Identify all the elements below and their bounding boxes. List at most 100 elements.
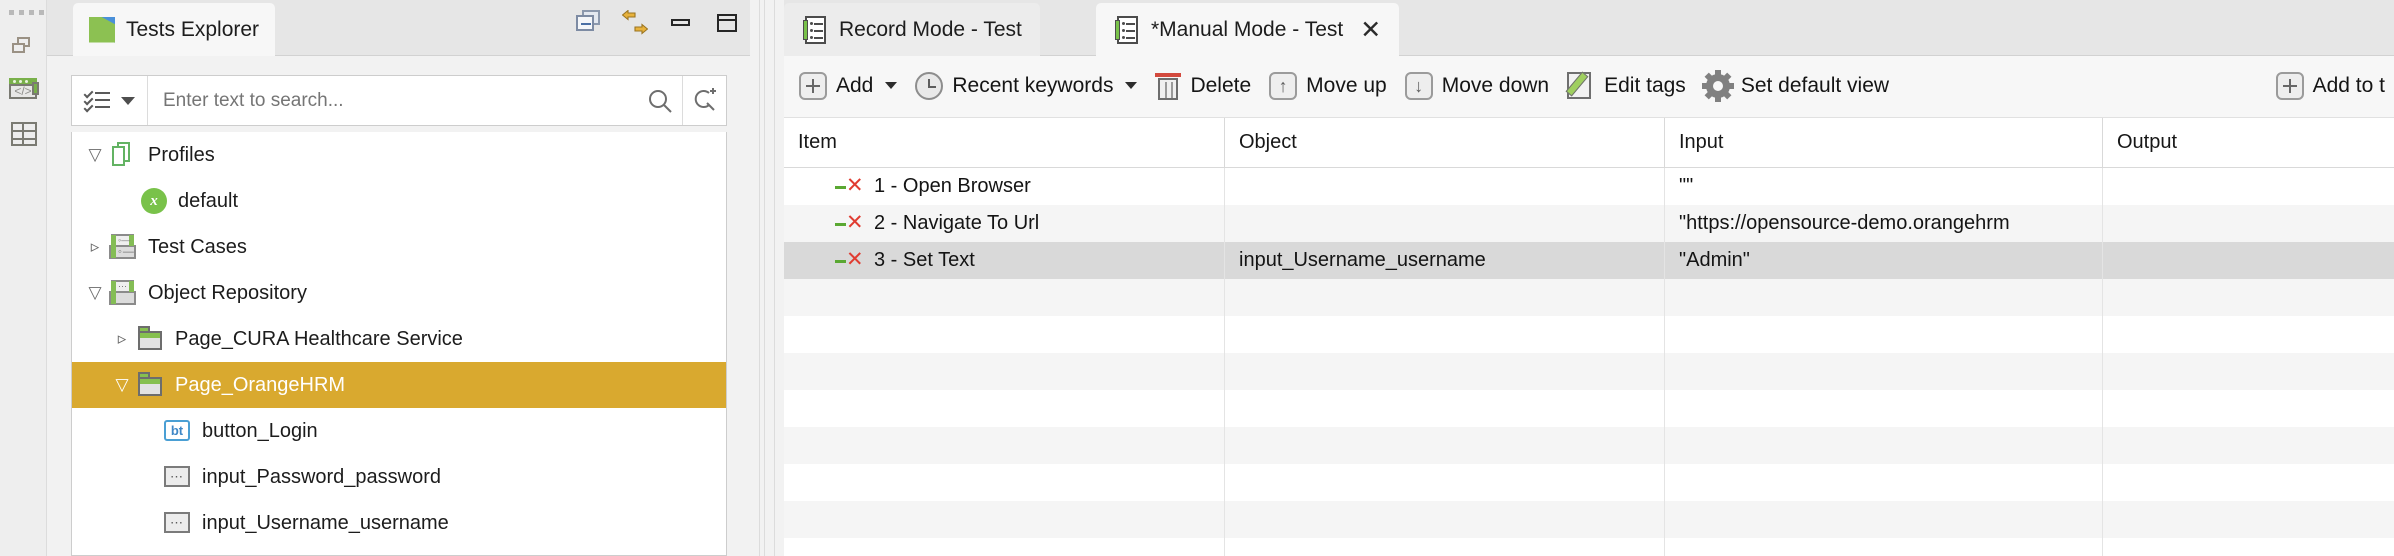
tree-item-input-password-password[interactable]: ⋯ input_Password_password — [72, 454, 726, 500]
cell-empty[interactable] — [1664, 464, 2102, 501]
cell-empty[interactable] — [2102, 316, 2394, 353]
magnifier-plus-icon[interactable] — [682, 76, 726, 125]
set-default-view-button[interactable]: Set default view — [1695, 64, 1898, 108]
column-header-output[interactable]: Output — [2102, 118, 2394, 167]
cell-empty[interactable] — [784, 279, 1224, 316]
tab-tests-explorer[interactable]: Tests Explorer — [73, 3, 276, 56]
cell-empty[interactable] — [1224, 501, 1664, 538]
table-row-empty[interactable] — [784, 538, 2394, 556]
restore-windows-icon[interactable] — [8, 33, 40, 65]
tree-item-page-cura-healthcare-service[interactable]: ▹ Page_CURA Healthcare Service — [72, 316, 726, 362]
cell-empty[interactable] — [2102, 464, 2394, 501]
table-row-empty[interactable] — [784, 501, 2394, 538]
chevron-down-icon[interactable] — [1125, 82, 1138, 89]
chevron-down-icon[interactable] — [885, 82, 898, 89]
cell-empty[interactable] — [1664, 316, 2102, 353]
cell-empty[interactable] — [2102, 390, 2394, 427]
move-down-button[interactable]: ↓ Move down — [1396, 64, 1558, 108]
data-table-icon[interactable] — [8, 118, 40, 150]
cell-input[interactable]: "Admin" — [1664, 242, 2102, 279]
tree-item-default-profile[interactable]: x default — [72, 178, 726, 224]
cell-empty[interactable] — [2102, 538, 2394, 556]
column-header-object[interactable]: Object — [1224, 118, 1664, 167]
cell-empty[interactable] — [1224, 427, 1664, 464]
tree-item-object-repository[interactable]: ▽ ⋯ Object Repository — [72, 270, 726, 316]
cell-object[interactable] — [1224, 205, 1664, 242]
cell-empty[interactable] — [1224, 464, 1664, 501]
table-row-empty[interactable] — [784, 464, 2394, 501]
cell-item[interactable]: ✕ 3 - Set Text — [784, 242, 1224, 279]
cell-empty[interactable] — [1664, 538, 2102, 556]
cell-empty[interactable] — [1664, 427, 2102, 464]
cell-input[interactable]: "https://opensource-demo.orangehrm — [1664, 205, 2102, 242]
cell-empty[interactable] — [1224, 538, 1664, 556]
chevron-down-icon[interactable]: ▽ — [82, 142, 108, 168]
search-filter-button[interactable] — [72, 76, 148, 125]
cell-empty[interactable] — [2102, 427, 2394, 464]
cell-output[interactable] — [2102, 242, 2394, 279]
table-row-empty[interactable] — [784, 427, 2394, 464]
cell-empty[interactable] — [1664, 501, 2102, 538]
tree-item-input-username-username[interactable]: ⋯ input_Username_username — [72, 500, 726, 546]
cell-output[interactable] — [2102, 168, 2394, 205]
column-header-item[interactable]: Item — [784, 118, 1224, 167]
tab-manual-mode-test[interactable]: *Manual Mode - Test ✕ — [1096, 3, 1400, 56]
cell-empty[interactable] — [784, 390, 1224, 427]
maximize-icon[interactable] — [714, 10, 740, 36]
cell-empty[interactable] — [784, 538, 1224, 556]
web-recorder-icon[interactable]: </> — [8, 73, 40, 105]
cell-empty[interactable] — [1224, 279, 1664, 316]
cell-output[interactable] — [2102, 205, 2394, 242]
cell-empty[interactable] — [1664, 353, 2102, 390]
cell-object[interactable]: input_Username_username — [1224, 242, 1664, 279]
tree-item-button-login[interactable]: bt button_Login — [72, 408, 726, 454]
tree-item-test-cases[interactable]: ▹ ◦— ◦— Test Cases — [72, 224, 726, 270]
table-row-empty[interactable] — [784, 316, 2394, 353]
add-to-test-suite-button[interactable]: Add to t — [2267, 64, 2394, 108]
table-row-empty[interactable] — [784, 279, 2394, 316]
tests-explorer-tree[interactable]: ▽ Profiles x default ▹ ◦— ◦— Test Cases ▽ — [71, 132, 727, 556]
cell-empty[interactable] — [1664, 279, 2102, 316]
table-row[interactable]: ✕ 2 - Navigate To Url "https://opensourc… — [784, 205, 2394, 242]
chevron-right-icon[interactable]: ▹ — [109, 326, 135, 352]
link-with-editor-icon[interactable] — [622, 10, 648, 36]
move-up-button[interactable]: ↑ Move up — [1260, 64, 1396, 108]
cell-empty[interactable] — [784, 353, 1224, 390]
search-input[interactable] — [148, 89, 638, 112]
table-row[interactable]: ✕ 3 - Set Text input_Username_username "… — [784, 242, 2394, 279]
cell-item[interactable]: ✕ 2 - Navigate To Url — [784, 205, 1224, 242]
cell-empty[interactable] — [1224, 390, 1664, 427]
add-button[interactable]: Add — [790, 64, 906, 108]
recent-keywords-button[interactable]: Recent keywords — [906, 64, 1146, 108]
cell-empty[interactable] — [1664, 390, 2102, 427]
cell-empty[interactable] — [784, 464, 1224, 501]
chevron-right-icon[interactable]: ▹ — [82, 234, 108, 260]
minimize-icon[interactable] — [668, 10, 694, 36]
tree-item-profiles[interactable]: ▽ Profiles — [72, 132, 726, 178]
close-icon[interactable]: ✕ — [1360, 17, 1381, 42]
chevron-down-icon[interactable]: ▽ — [109, 372, 135, 398]
cell-empty[interactable] — [784, 427, 1224, 464]
table-row-empty[interactable] — [784, 390, 2394, 427]
collapse-all-icon[interactable] — [576, 10, 602, 36]
cell-empty[interactable] — [2102, 501, 2394, 538]
table-row-empty[interactable] — [784, 353, 2394, 390]
delete-button[interactable]: Delete — [1146, 64, 1260, 108]
magnifier-icon[interactable] — [638, 76, 682, 125]
column-header-input[interactable]: Input — [1664, 118, 2102, 167]
tree-item-page-orangehrm[interactable]: ▽ Page_OrangeHRM — [72, 362, 726, 408]
cell-empty[interactable] — [784, 501, 1224, 538]
chevron-down-icon[interactable]: ▽ — [82, 280, 108, 306]
cell-empty[interactable] — [2102, 279, 2394, 316]
tab-record-mode-test[interactable]: Record Mode - Test — [784, 3, 1040, 56]
cell-empty[interactable] — [1224, 353, 1664, 390]
test-steps-table[interactable]: Item Object Input Output ✕ 1 - Open Brow… — [784, 117, 2394, 556]
cell-object[interactable] — [1224, 168, 1664, 205]
cell-input[interactable]: "" — [1664, 168, 2102, 205]
cell-item[interactable]: ✕ 1 - Open Browser — [784, 168, 1224, 205]
edit-tags-button[interactable]: Edit tags — [1558, 64, 1695, 108]
cell-empty[interactable] — [1224, 316, 1664, 353]
cell-empty[interactable] — [784, 316, 1224, 353]
panel-splitter[interactable] — [750, 0, 784, 556]
table-row[interactable]: ✕ 1 - Open Browser "" — [784, 168, 2394, 205]
